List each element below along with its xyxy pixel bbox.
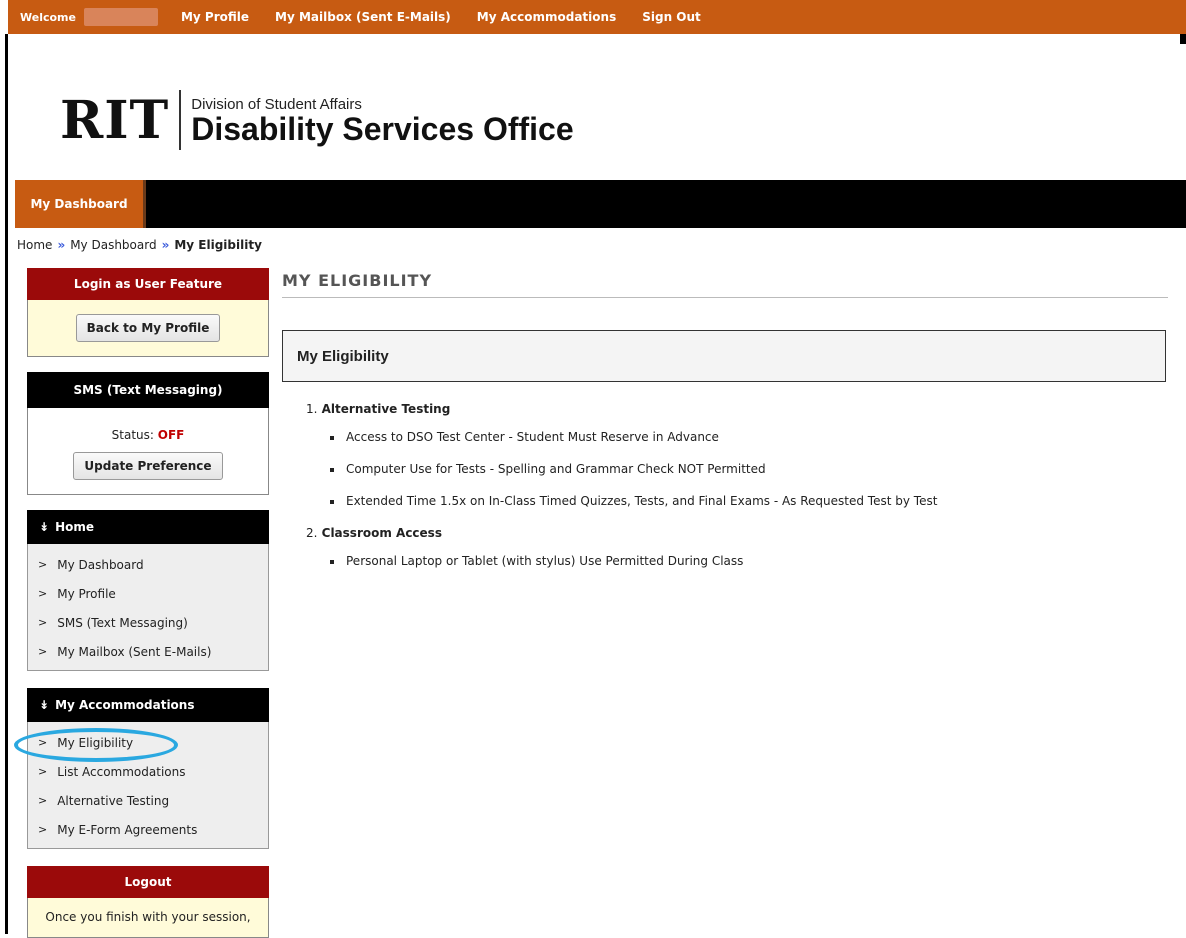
breadcrumb-separator-icon: » (57, 238, 66, 252)
accommodations-menu-list: > My Eligibility > List Accommodations > Al… (27, 722, 269, 849)
main-nav: My Dashboard (15, 180, 1186, 228)
sidebar-item-my-profile[interactable]: > My Profile (28, 579, 268, 608)
accommodations-menu-header[interactable]: ↡ My Accommodations (27, 688, 269, 722)
double-chevron-down-icon: ↡ (39, 520, 50, 534)
chevron-right-icon: > (38, 587, 48, 600)
sidebar-item-label: My Mailbox (Sent E-Mails) (57, 644, 212, 659)
update-preference-button[interactable]: Update Preference (73, 452, 223, 480)
panel-title: My Eligibility (297, 347, 389, 365)
chevron-right-icon: > (38, 558, 48, 571)
site-logo[interactable]: RIT Division of Student Affairs Disabili… (60, 80, 574, 160)
sms-status-value: OFF (157, 428, 185, 442)
home-menu: ↡ Home > My Dashboard > My Profile > SMS (T… (27, 510, 269, 671)
sms-box: SMS (Text Messaging) Status: OFF Update … (27, 372, 269, 495)
breadcrumb-home[interactable]: Home (17, 238, 52, 252)
sidebar-item-label: List Accommodations (57, 764, 186, 779)
frame-corner (1180, 34, 1186, 44)
list-item: Computer Use for Tests - Spelling and Gr… (322, 462, 937, 476)
chevron-right-icon: > (38, 794, 48, 807)
category-name: Alternative Testing (321, 402, 451, 416)
top-bar: Welcome My Profile My Mailbox (Sent E-Ma… (8, 0, 1186, 34)
top-link-sign-out[interactable]: Sign Out (642, 10, 701, 24)
back-to-my-profile-button[interactable]: Back to My Profile (75, 314, 221, 342)
breadcrumb-separator-icon: » (161, 238, 170, 252)
chevron-right-icon: > (38, 645, 48, 658)
top-link-my-accommodations[interactable]: My Accommodations (477, 10, 616, 24)
list-item: Personal Laptop or Tablet (with stylus) … (322, 554, 937, 568)
eligibility-category: 1. Alternative Testing (306, 402, 937, 416)
breadcrumb: Home » My Dashboard » My Eligibility (17, 238, 262, 252)
breadcrumb-current: My Eligibility (174, 238, 262, 252)
sms-status: Status: OFF (28, 408, 268, 442)
accommodations-menu-title: My Accommodations (55, 698, 195, 712)
login-as-user-body: Back to My Profile (27, 300, 269, 357)
list-item: Extended Time 1.5x on In-Class Timed Qui… (322, 494, 937, 508)
office-name: Disability Services Office (191, 110, 574, 147)
sms-body: Status: OFF Update Preference (27, 408, 269, 495)
login-as-user-title: Login as User Feature (27, 268, 269, 300)
sidebar-item-label: My Dashboard (57, 557, 144, 572)
page-title: MY ELIGIBILITY (282, 271, 433, 290)
sidebar-item-label: My E-Form Agreements (57, 822, 198, 837)
sidebar-item-my-mailbox[interactable]: > My Mailbox (Sent E-Mails) (28, 637, 268, 666)
sms-status-label: Status: (111, 428, 154, 442)
home-menu-list: > My Dashboard > My Profile > SMS (Text Mes… (27, 544, 269, 671)
rit-wordmark: RIT (60, 89, 170, 151)
eligibility-list: 1. Alternative Testing Access to DSO Tes… (306, 402, 937, 586)
logout-box: Logout Once you finish with your session… (27, 866, 269, 938)
breadcrumb-dashboard[interactable]: My Dashboard (70, 238, 156, 252)
sidebar-item-label: My Eligibility (57, 735, 134, 750)
sidebar-item-label: Alternative Testing (57, 793, 170, 808)
logo-text: Division of Student Affairs Disability S… (191, 96, 573, 145)
sidebar-item-sms[interactable]: > SMS (Text Messaging) (28, 608, 268, 637)
chevron-right-icon: > (38, 765, 48, 778)
home-menu-header[interactable]: ↡ Home (27, 510, 269, 544)
eligibility-panel-header: My Eligibility (282, 330, 1166, 382)
welcome-text: Welcome (20, 10, 76, 24)
category-number: 1. (306, 402, 318, 416)
login-as-user-box: Login as User Feature Back to My Profile (27, 268, 269, 357)
category-number: 2. (306, 526, 318, 540)
frame-border (5, 34, 8, 934)
accommodations-menu: ↡ My Accommodations > My Eligibility > Lis… (27, 688, 269, 849)
logout-title: Logout (27, 866, 269, 898)
sidebar-item-list-accommodations[interactable]: > List Accommodations (28, 757, 268, 786)
chevron-right-icon: > (38, 736, 48, 749)
sidebar-item-label: SMS (Text Messaging) (57, 615, 188, 630)
double-chevron-down-icon: ↡ (39, 698, 50, 712)
sms-title: SMS (Text Messaging) (27, 372, 269, 408)
title-divider (282, 297, 1168, 298)
sidebar-item-alternative-testing[interactable]: > Alternative Testing (28, 786, 268, 815)
logout-text: Once you finish with your session, (45, 910, 251, 924)
chevron-right-icon: > (38, 823, 48, 836)
sidebar-item-my-eligibility[interactable]: > My Eligibility (28, 728, 268, 757)
chevron-right-icon: > (38, 616, 48, 629)
eligibility-category: 2. Classroom Access (306, 526, 937, 540)
home-menu-title: Home (55, 520, 94, 534)
division-name: Division of Student Affairs (191, 95, 362, 113)
tab-my-dashboard[interactable]: My Dashboard (15, 180, 146, 228)
top-link-my-mailbox[interactable]: My Mailbox (Sent E-Mails) (275, 10, 451, 24)
category-name: Classroom Access (321, 526, 442, 540)
logo-divider (179, 90, 182, 150)
list-item: Access to DSO Test Center - Student Must… (322, 430, 937, 444)
sidebar-item-label: My Profile (57, 586, 116, 601)
top-link-my-profile[interactable]: My Profile (181, 10, 249, 24)
sidebar-item-my-dashboard[interactable]: > My Dashboard (28, 550, 268, 579)
sidebar-item-my-eform-agreements[interactable]: > My E-Form Agreements (28, 815, 268, 844)
logout-body: Once you finish with your session, (27, 898, 269, 938)
blurred-username (83, 8, 158, 26)
